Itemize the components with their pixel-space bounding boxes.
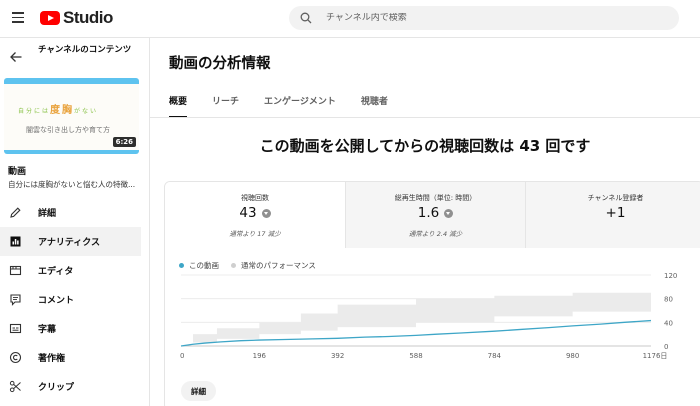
youtube-studio-logo[interactable]: Studio (40, 8, 113, 28)
sidebar-item-label: クリップ (38, 383, 75, 393)
thumbnail-bar-top (4, 78, 139, 84)
legend-dot-icon (179, 263, 184, 268)
thumbnail-subtitle: 闇雲な引き出し方や育て方 (26, 126, 110, 134)
views-headline: この動画を公開してからの視聴回数は 43 回です (259, 137, 591, 155)
y-tick-label: 120 (664, 272, 677, 280)
metric-value-row: 43 (165, 205, 345, 221)
x-tick-label: 1176日 (643, 352, 668, 360)
metric-tabs: 視聴回数 43 通常より 17 減少 総再生時間（単位: 時間） 1.6 通常よ… (165, 182, 700, 248)
sidebar-item-details[interactable]: 詳細 (0, 198, 150, 227)
legend-this-video: この動画 (179, 260, 219, 271)
search-bar[interactable] (289, 6, 679, 30)
metric-label: 視聴回数 (241, 194, 269, 202)
video-duration: 6:26 (112, 137, 136, 147)
sidebar-item-label: 詳細 (38, 209, 57, 219)
logo-text: Studio (63, 8, 113, 27)
thumbnail-title-emphasis: 度胸 (50, 105, 75, 116)
analytics-icon (10, 236, 21, 247)
thumbnail-title: 自分には度胸がない (18, 101, 98, 116)
sidebar-item-clips[interactable]: クリップ (0, 372, 150, 401)
x-tick-label: 0 (180, 352, 184, 360)
x-tick-label: 784 (488, 352, 502, 360)
metric-watch-time[interactable]: 総再生時間（単位: 時間） 1.6 通常より 2.4 減少 (345, 182, 525, 248)
x-tick-label: 196 (253, 352, 267, 360)
legend-typical: 通常のパフォーマンス (231, 260, 316, 271)
metric-subscribers[interactable]: チャンネル登録者 +1 (525, 182, 700, 248)
tab-reach[interactable]: リーチ (212, 94, 239, 118)
views-chart[interactable]: 0 40 80 120 0 196 392 588 784 980 1176日 (165, 272, 700, 377)
scissors-icon (9, 380, 21, 393)
search-input[interactable] (326, 13, 646, 23)
legend-label: この動画 (189, 261, 219, 270)
thumbnail-bar-bottom (4, 150, 139, 154)
sidebar-item-comments[interactable]: コメント (0, 285, 150, 314)
details-button[interactable]: 詳細 (181, 381, 216, 401)
main-content: 動画の分析情報 概要 リーチ エンゲージメント 視聴者 この動画を公開してからの… (150, 38, 700, 406)
thumbnail-title-suffix: がない (74, 108, 99, 115)
metric-label: チャンネル登録者 (587, 194, 644, 202)
y-tick-label: 80 (664, 296, 673, 304)
subtitles-icon (9, 323, 22, 334)
y-tick-label: 40 (664, 319, 673, 327)
analytics-card: 視聴回数 43 通常より 17 減少 総再生時間（単位: 時間） 1.6 通常よ… (164, 181, 700, 406)
sidebar-item-editor[interactable]: エディタ (0, 256, 150, 285)
metric-label: 総再生時間（単位: 時間） (394, 194, 477, 202)
search-icon[interactable] (300, 12, 312, 24)
tab-overview[interactable]: 概要 (169, 94, 188, 118)
pencil-icon (10, 207, 21, 218)
back-arrow-icon[interactable] (9, 50, 23, 64)
sidebar-nav: 詳細 アナリティクス エディタ コメント 字幕 著作権 クリップ (0, 198, 150, 401)
metric-value-row: 1.6 (346, 205, 525, 221)
sidebar-item-label: コメント (38, 296, 75, 306)
top-bar: Studio (0, 0, 700, 38)
sidebar-item-label: 著作権 (38, 354, 66, 364)
x-tick-label: 392 (331, 352, 344, 360)
x-tick-label: 588 (409, 352, 422, 360)
menu-icon[interactable] (12, 12, 24, 23)
y-tick-label: 0 (664, 343, 668, 351)
legend-dot-icon (231, 263, 236, 268)
sidebar: チャンネルのコンテンツ 自分には度胸がない 闇雲な引き出し方や育て方 6:26 … (0, 38, 150, 406)
metric-views[interactable]: 視聴回数 43 通常より 17 減少 (165, 182, 345, 248)
youtube-play-icon (40, 11, 60, 25)
tab-bar: 概要 リーチ エンゲージメント 視聴者 (169, 94, 413, 118)
metric-value: 1.6 (417, 205, 440, 221)
legend-label: 通常のパフォーマンス (241, 261, 316, 270)
sidebar-item-label: 字幕 (38, 325, 57, 335)
trend-down-icon (261, 208, 271, 218)
metric-note: 通常より 17 減少 (229, 230, 281, 238)
sidebar-item-subtitles[interactable]: 字幕 (0, 314, 150, 343)
sidebar-item-analytics[interactable]: アナリティクス (0, 227, 141, 256)
back-title[interactable]: チャンネルのコンテンツ (38, 43, 143, 57)
sidebar-item-label: アナリティクス (38, 238, 101, 248)
film-icon (9, 265, 22, 276)
metric-value-row: +1 (526, 205, 700, 221)
tab-engagement[interactable]: エンゲージメント (264, 94, 336, 118)
sidebar-item-label: エディタ (38, 267, 74, 277)
trend-down-icon (444, 208, 454, 218)
back-row: チャンネルのコンテンツ (0, 38, 150, 76)
metric-value: 43 (239, 205, 257, 221)
video-thumbnail[interactable]: 自分には度胸がない 闇雲な引き出し方や育て方 6:26 (4, 78, 139, 154)
tabs-divider (150, 117, 700, 118)
video-description: 自分には度胸がないと悩む人の特徴... (8, 180, 136, 189)
x-tick-label: 980 (566, 352, 579, 360)
metric-note: 通常より 2.4 減少 (408, 230, 463, 238)
chart-legend: この動画 通常のパフォーマンス (179, 260, 328, 271)
copyright-icon (9, 351, 22, 364)
page-title: 動画の分析情報 (169, 56, 271, 72)
comment-icon (10, 294, 21, 306)
thumbnail-title-prefix: 自分には (18, 108, 51, 115)
metric-value: +1 (605, 205, 626, 221)
sidebar-item-copyright[interactable]: 著作権 (0, 343, 150, 372)
tab-audience[interactable]: 視聴者 (361, 94, 388, 118)
video-label: 動画 (8, 167, 27, 177)
